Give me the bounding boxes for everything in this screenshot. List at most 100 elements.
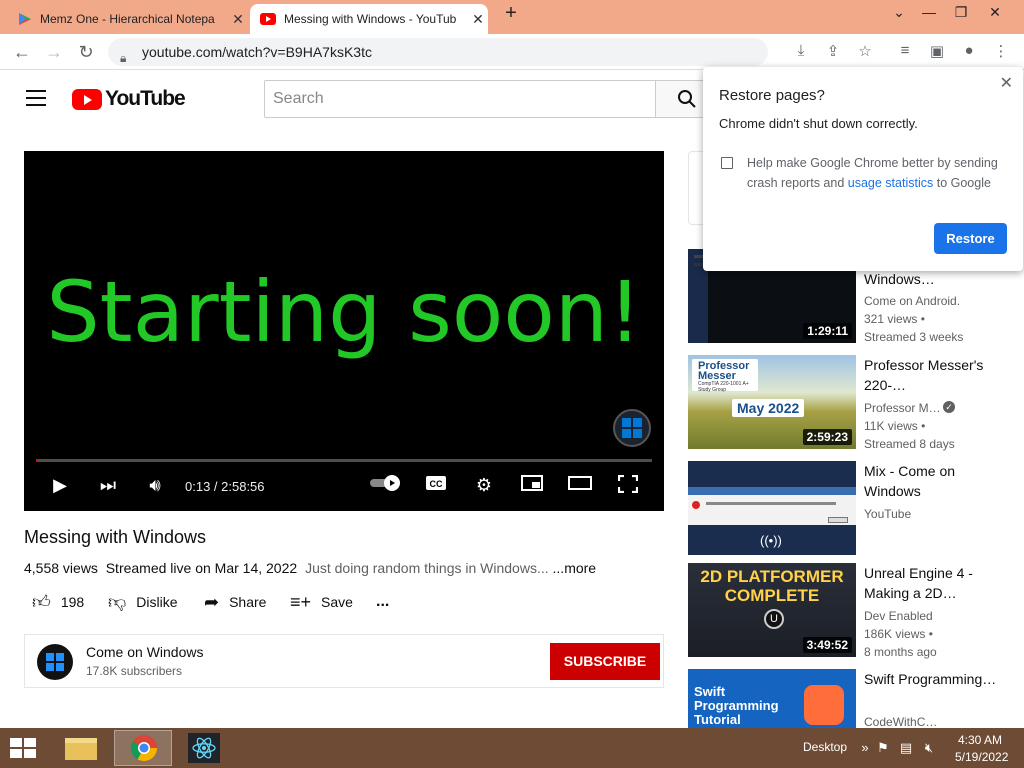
- close-icon[interactable]: ✕: [1000, 73, 1013, 93]
- play-icon[interactable]: ▶: [46, 475, 74, 496]
- rec-channel: Come on Android.: [864, 294, 961, 308]
- profile-icon[interactable]: ●: [958, 42, 980, 59]
- miniplayer-icon[interactable]: [518, 475, 546, 496]
- share-button[interactable]: ➦ Share: [204, 590, 266, 614]
- close-tab-icon[interactable]: ✕: [468, 11, 488, 28]
- dialog-title: Restore pages?: [719, 87, 825, 104]
- file-explorer-icon[interactable]: [52, 730, 110, 766]
- video-thumbnail: Swift Programming Tutorial: [688, 669, 856, 728]
- tab-youtube[interactable]: Messing with Windows - YouTub ✕: [250, 4, 488, 34]
- theater-mode-icon[interactable]: [566, 475, 594, 496]
- search-input[interactable]: Search: [264, 80, 656, 118]
- start-windows-icon[interactable]: [10, 738, 38, 758]
- media-queue-icon[interactable]: ≡: [894, 42, 916, 59]
- progress-bar[interactable]: [36, 459, 652, 462]
- dislike-label: Dislike: [136, 594, 178, 610]
- chrome-taskbar-icon[interactable]: [114, 730, 172, 766]
- react-app-icon[interactable]: [176, 730, 234, 766]
- youtube-logo[interactable]: YouTube: [72, 87, 186, 111]
- back-arrow-icon[interactable]: ←: [10, 42, 34, 63]
- video-player[interactable]: Starting soon! ▶ ⏭︎ 🔊︎ 0:13 / 2:58:56 CC…: [24, 151, 664, 511]
- tab-title: Messing with Windows - YouTub: [284, 12, 457, 26]
- thumb-text: 2D PLATFORMER COMPLETE: [700, 567, 844, 605]
- tab-strip: Memz One - Hierarchical Notepa ✕ Messing…: [0, 0, 1024, 34]
- subscribe-button[interactable]: SUBSCRIBE: [550, 643, 660, 680]
- channel-watermark-windows-icon[interactable]: [613, 409, 651, 447]
- rec-title: Mix - Come on Windows: [864, 463, 956, 499]
- fullscreen-icon[interactable]: [614, 474, 642, 498]
- hamburger-menu-icon[interactable]: [26, 90, 46, 106]
- crash-report-checkbox[interactable]: [721, 157, 733, 169]
- autoplay-toggle-icon[interactable]: [370, 475, 404, 496]
- swift-logo-icon: [804, 685, 844, 725]
- close-window-button[interactable]: ✕: [980, 4, 1010, 21]
- duration-badge: 2:59:23: [802, 429, 852, 445]
- captions-icon[interactable]: CC: [422, 475, 450, 496]
- rec-views: 11K views •: [864, 419, 926, 433]
- thumbs-up-icon: 👍︎: [32, 592, 51, 612]
- desktop-toolbar-label[interactable]: Desktop: [803, 740, 847, 754]
- restore-window-button[interactable]: ❐: [946, 4, 976, 21]
- address-bar[interactable]: 🔒︎ youtube.com/watch?v=B9HA7ksK3tc: [108, 38, 768, 66]
- recommendation-item[interactable]: ((•)) Mix - Come on Windows YouTube: [688, 461, 1024, 555]
- channel-name[interactable]: Come on Windows: [86, 644, 204, 660]
- video-overlay-text: Starting soon!: [46, 263, 642, 361]
- action-center-flag-icon[interactable]: ⚑: [874, 740, 892, 756]
- rec-title: Windows…: [864, 271, 935, 287]
- save-button[interactable]: ≡+ Save: [290, 590, 353, 614]
- thumb-text: Swift Programming Tutorial: [694, 684, 779, 727]
- network-icon[interactable]: ▤: [897, 740, 915, 756]
- new-tab-button[interactable]: +: [496, 2, 526, 25]
- tab-title: Memz One - Hierarchical Notepa: [40, 12, 215, 26]
- save-label: Save: [321, 594, 353, 610]
- rec-channel: Dev Enabled: [864, 609, 933, 623]
- forward-arrow-icon[interactable]: →: [42, 42, 66, 63]
- lock-icon: 🔒︎: [120, 51, 127, 65]
- clock-date[interactable]: 5/19/2022: [955, 750, 1008, 764]
- clock-time[interactable]: 4:30 AM: [958, 733, 1002, 747]
- unreal-logo-icon: U: [764, 609, 784, 629]
- side-panel-icon[interactable]: ▣: [926, 42, 948, 60]
- settings-gear-icon[interactable]: ⚙: [470, 475, 498, 496]
- like-button[interactable]: 👍︎ 198: [32, 590, 84, 614]
- install-icon[interactable]: ⤓: [790, 42, 812, 59]
- show-hidden-icons-icon[interactable]: »: [856, 740, 874, 755]
- video-description-line[interactable]: 4,558 views Streamed live on Mar 14, 202…: [24, 560, 596, 576]
- more-actions-button[interactable]: ...: [376, 590, 389, 614]
- rec-views: 186K views •: [864, 627, 933, 641]
- browser-toolbar: ← → ↻ 🔒︎ youtube.com/watch?v=B9HA7ksK3tc…: [0, 34, 1024, 70]
- kebab-menu-icon[interactable]: ⋮: [990, 42, 1012, 60]
- dislike-button[interactable]: 👎︎ Dislike: [108, 590, 178, 614]
- channel-avatar[interactable]: [37, 644, 73, 680]
- youtube-play-icon: [72, 88, 102, 110]
- thumbs-down-icon: 👎︎: [108, 592, 127, 612]
- reload-icon[interactable]: ↻: [74, 42, 98, 63]
- volume-muted-icon[interactable]: 🔇︎: [920, 740, 938, 756]
- play-store-icon: [19, 13, 31, 25]
- rec-age: Streamed 3 weeks: [864, 330, 964, 344]
- tab-memz-one[interactable]: Memz One - Hierarchical Notepa ✕: [8, 4, 248, 34]
- recommendation-item[interactable]: 2D PLATFORMER COMPLETE U 3:49:52 Unreal …: [688, 563, 1024, 659]
- usage-statistics-link[interactable]: usage statistics: [848, 176, 933, 190]
- close-tab-icon[interactable]: ✕: [228, 11, 248, 28]
- rec-age: 8 months ago: [864, 645, 937, 659]
- taskbar: Desktop » ⚑ ▤ 🔇︎ 4:30 AM 5/19/2022: [0, 728, 1024, 768]
- progress-fill: [36, 459, 38, 462]
- rec-age: Streamed 8 days: [864, 437, 955, 451]
- volume-icon[interactable]: 🔊︎: [141, 475, 169, 496]
- recommendation-item[interactable]: Swift Programming Tutorial Swift Program…: [688, 669, 1024, 728]
- minimize-button[interactable]: —: [914, 4, 944, 20]
- share-icon[interactable]: ⇪: [822, 42, 844, 60]
- recommendation-item[interactable]: Professor Messer CompTIA 220-1001 A+ Stu…: [688, 355, 1024, 451]
- live-radio-icon: ((•)): [760, 533, 782, 548]
- rec-views: 321 views •: [864, 312, 925, 326]
- tab-search-icon[interactable]: ⌄: [884, 4, 914, 21]
- video-thumbnail: ((•)): [688, 461, 856, 555]
- video-title: Messing with Windows: [24, 527, 207, 547]
- url-text: youtube.com/watch?v=B9HA7ksK3tc: [142, 44, 372, 60]
- bookmark-star-icon[interactable]: ☆: [854, 42, 876, 60]
- time-display: 0:13 / 2:58:56: [185, 479, 265, 494]
- restore-button[interactable]: Restore: [934, 223, 1007, 254]
- next-icon[interactable]: ⏭︎: [94, 475, 122, 496]
- more-link[interactable]: ...more: [553, 560, 597, 576]
